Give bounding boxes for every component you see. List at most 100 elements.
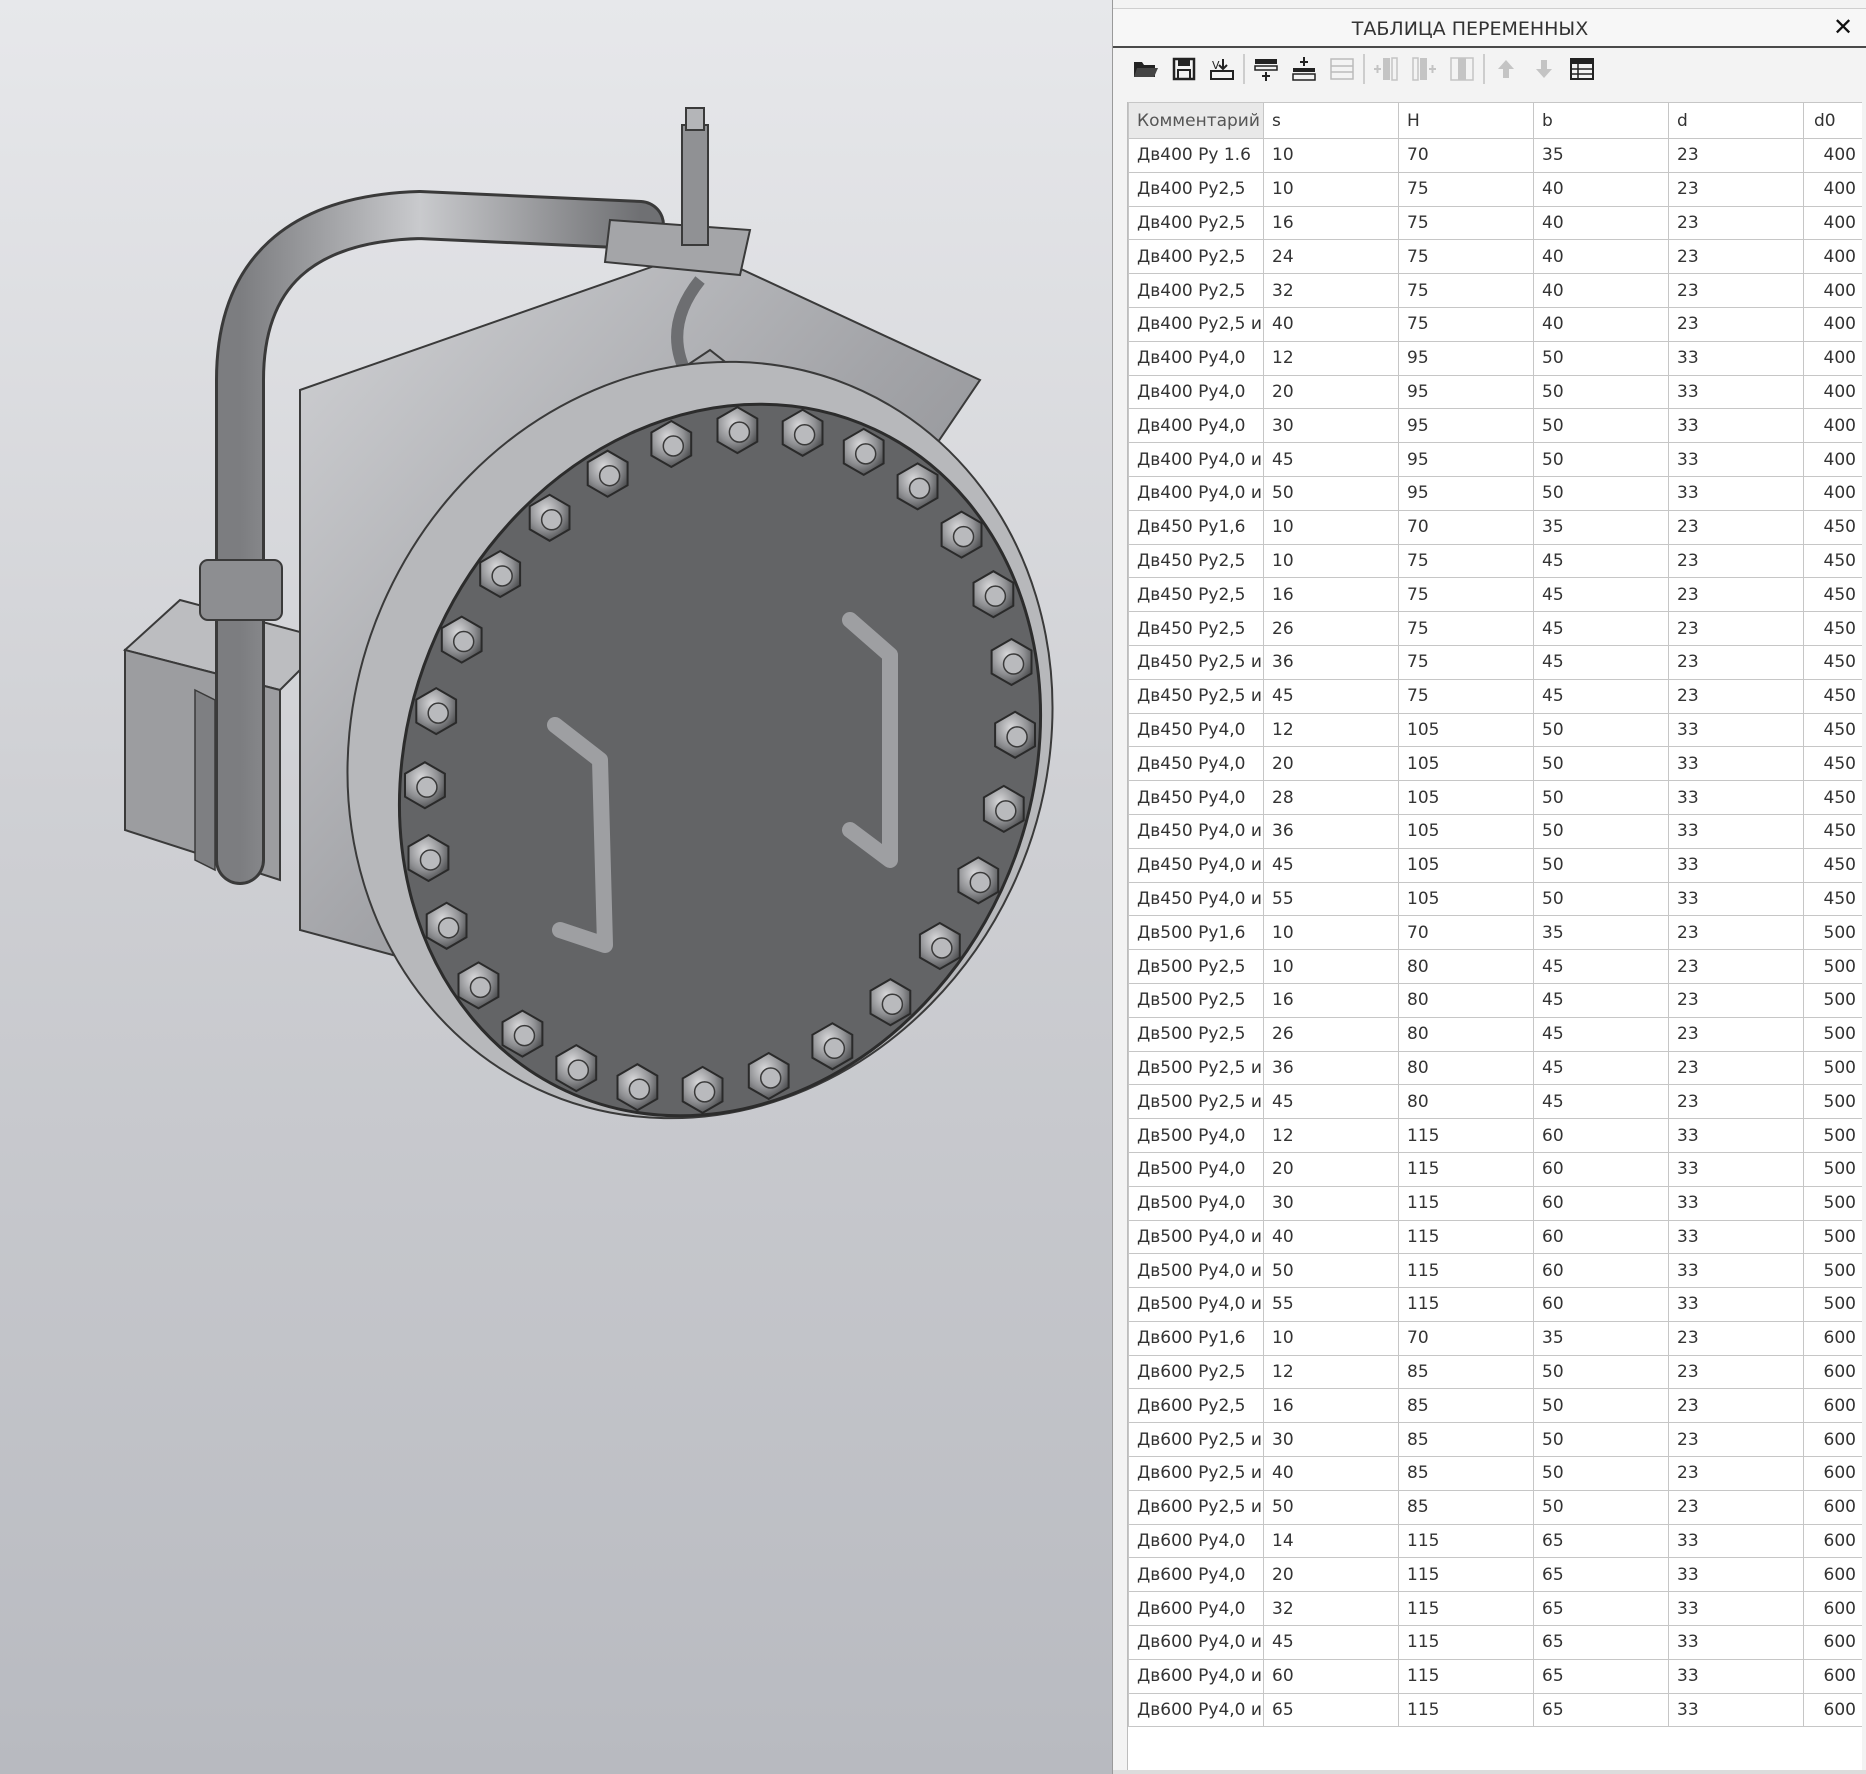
export-button[interactable]: V bbox=[1203, 52, 1241, 86]
move-up-button[interactable] bbox=[1487, 52, 1525, 86]
cell-s[interactable]: 16 bbox=[1263, 1388, 1399, 1424]
cell-b[interactable]: 45 bbox=[1533, 949, 1669, 984]
cell-s[interactable]: 40 bbox=[1263, 1219, 1399, 1255]
cell-d0[interactable]: 600 bbox=[1803, 1320, 1862, 1356]
cell-b[interactable]: 50 bbox=[1533, 813, 1669, 849]
cell-b[interactable]: 35 bbox=[1533, 509, 1669, 545]
cell-d0[interactable]: 400 bbox=[1803, 340, 1862, 376]
cell-s[interactable]: 60 bbox=[1263, 1658, 1399, 1694]
cell-b[interactable]: 45 bbox=[1533, 543, 1669, 579]
table-row[interactable]: Дв450 Ру2,5 ис 45 75 45 23 450 bbox=[1128, 678, 1862, 714]
table-row[interactable]: Дв600 Ру4,0 ис 65 115 65 33 600 bbox=[1128, 1692, 1862, 1728]
cell-H[interactable]: 115 bbox=[1398, 1591, 1534, 1627]
cell-b[interactable]: 50 bbox=[1533, 475, 1669, 511]
cell-d0[interactable]: 400 bbox=[1803, 475, 1862, 511]
cell-H[interactable]: 95 bbox=[1398, 340, 1534, 376]
cell-H[interactable]: 75 bbox=[1398, 239, 1534, 275]
cell-d[interactable]: 23 bbox=[1668, 273, 1804, 308]
cell-d0[interactable]: 600 bbox=[1803, 1658, 1862, 1694]
cell-s[interactable]: 20 bbox=[1263, 746, 1399, 782]
table-row[interactable]: Дв450 Ру2,5 10 75 45 23 450 bbox=[1128, 543, 1862, 579]
cell-b[interactable]: 60 bbox=[1533, 1151, 1669, 1187]
table-row[interactable]: Дв450 Ру1,6 10 70 35 23 450 bbox=[1128, 509, 1862, 545]
cell-H[interactable]: 115 bbox=[1398, 1219, 1534, 1255]
cell-s[interactable]: 40 bbox=[1263, 1456, 1399, 1491]
cell-b[interactable]: 40 bbox=[1533, 306, 1669, 342]
cell-comment[interactable]: Дв600 Ру4,0 ис bbox=[1128, 1625, 1264, 1660]
table-row[interactable]: Дв400 Ру2,5 24 75 40 23 400 bbox=[1128, 239, 1862, 275]
cell-d[interactable]: 33 bbox=[1668, 847, 1804, 883]
cell-H[interactable]: 70 bbox=[1398, 138, 1534, 173]
table-row[interactable]: Дв450 Ру2,5 16 75 45 23 450 bbox=[1128, 577, 1862, 613]
cell-d0[interactable]: 450 bbox=[1803, 611, 1862, 646]
cell-comment[interactable]: Дв500 Ру2,5 ис bbox=[1128, 1050, 1264, 1086]
table-row[interactable]: Дв400 Ру4,0 20 95 50 33 400 bbox=[1128, 374, 1862, 410]
cell-b[interactable]: 60 bbox=[1533, 1185, 1669, 1221]
cell-H[interactable]: 75 bbox=[1398, 678, 1534, 714]
cell-comment[interactable]: Дв450 Ру2,5 ис bbox=[1128, 644, 1264, 680]
cell-d0[interactable]: 500 bbox=[1803, 949, 1862, 984]
cell-d[interactable]: 23 bbox=[1668, 1050, 1804, 1086]
cell-s[interactable]: 40 bbox=[1263, 306, 1399, 342]
cell-H[interactable]: 115 bbox=[1398, 1287, 1534, 1322]
cell-s[interactable]: 10 bbox=[1263, 509, 1399, 545]
cell-d0[interactable]: 400 bbox=[1803, 442, 1862, 477]
cell-s[interactable]: 30 bbox=[1263, 1185, 1399, 1221]
cell-s[interactable]: 10 bbox=[1263, 1320, 1399, 1356]
cell-s[interactable]: 30 bbox=[1263, 408, 1399, 444]
cell-s[interactable]: 14 bbox=[1263, 1523, 1399, 1559]
table-row[interactable]: Дв500 Ру4,0 ис 50 115 60 33 500 bbox=[1128, 1253, 1862, 1289]
table-row[interactable]: Дв450 Ру2,5 26 75 45 23 450 bbox=[1128, 611, 1862, 646]
cell-comment[interactable]: Дв600 Ру2,5 ис bbox=[1128, 1422, 1264, 1458]
cell-s[interactable]: 20 bbox=[1263, 1151, 1399, 1187]
cell-comment[interactable]: Дв500 Ру2,5 ис bbox=[1128, 1084, 1264, 1120]
cell-d[interactable]: 23 bbox=[1668, 205, 1804, 241]
cell-b[interactable]: 45 bbox=[1533, 1050, 1669, 1086]
cell-d0[interactable]: 400 bbox=[1803, 171, 1862, 207]
cell-H[interactable]: 75 bbox=[1398, 273, 1534, 308]
cell-d0[interactable]: 450 bbox=[1803, 780, 1862, 815]
cell-d[interactable]: 23 bbox=[1668, 1354, 1804, 1390]
cell-s[interactable]: 10 bbox=[1263, 138, 1399, 173]
cell-comment[interactable]: Дв450 Ру4,0 bbox=[1128, 746, 1264, 782]
table-row[interactable]: Дв400 Ру2,5 32 75 40 23 400 bbox=[1128, 273, 1862, 308]
cell-d0[interactable]: 600 bbox=[1803, 1456, 1862, 1491]
table-row[interactable]: Дв500 Ру4,0 30 115 60 33 500 bbox=[1128, 1185, 1862, 1221]
delete-row-button[interactable] bbox=[1323, 52, 1361, 86]
cell-s[interactable]: 12 bbox=[1263, 340, 1399, 376]
cell-d0[interactable]: 450 bbox=[1803, 509, 1862, 545]
cell-comment[interactable]: Дв500 Ру4,0 ис bbox=[1128, 1219, 1264, 1255]
cell-d0[interactable]: 600 bbox=[1803, 1557, 1862, 1593]
cell-d[interactable]: 33 bbox=[1668, 881, 1804, 917]
cell-s[interactable]: 26 bbox=[1263, 611, 1399, 646]
cell-d[interactable]: 23 bbox=[1668, 982, 1804, 1018]
column-header-comment[interactable]: Комментарий bbox=[1128, 102, 1264, 139]
cell-d[interactable]: 33 bbox=[1668, 442, 1804, 477]
cell-b[interactable]: 50 bbox=[1533, 847, 1669, 883]
table-row[interactable]: Дв600 Ру2,5 12 85 50 23 600 bbox=[1128, 1354, 1862, 1390]
cell-H[interactable]: 85 bbox=[1398, 1388, 1534, 1424]
open-folder-button[interactable] bbox=[1127, 52, 1165, 86]
table-row[interactable]: Дв500 Ру4,0 12 115 60 33 500 bbox=[1128, 1118, 1862, 1153]
cell-H[interactable]: 80 bbox=[1398, 1084, 1534, 1120]
table-row[interactable]: Дв450 Ру4,0 ис 36 105 50 33 450 bbox=[1128, 813, 1862, 849]
insert-row-above-button[interactable] bbox=[1247, 52, 1285, 86]
cell-d0[interactable]: 450 bbox=[1803, 543, 1862, 579]
cell-H[interactable]: 105 bbox=[1398, 780, 1534, 815]
cell-comment[interactable]: Дв400 Ру2,5 bbox=[1128, 273, 1264, 308]
cell-s[interactable]: 45 bbox=[1263, 1625, 1399, 1660]
cell-H[interactable]: 75 bbox=[1398, 306, 1534, 342]
table-row[interactable]: Дв500 Ру2,5 16 80 45 23 500 bbox=[1128, 982, 1862, 1018]
table-row[interactable]: Дв400 Ру4,0 30 95 50 33 400 bbox=[1128, 408, 1862, 444]
cell-s[interactable]: 16 bbox=[1263, 982, 1399, 1018]
cell-comment[interactable]: Дв400 Ру4,0 ис bbox=[1128, 475, 1264, 511]
cell-comment[interactable]: Дв450 Ру4,0 ис bbox=[1128, 881, 1264, 917]
cell-b[interactable]: 65 bbox=[1533, 1591, 1669, 1627]
cell-H[interactable]: 75 bbox=[1398, 205, 1534, 241]
cell-d[interactable]: 33 bbox=[1668, 1523, 1804, 1559]
cell-H[interactable]: 115 bbox=[1398, 1658, 1534, 1694]
cell-d[interactable]: 33 bbox=[1668, 746, 1804, 782]
cell-H[interactable]: 105 bbox=[1398, 746, 1534, 782]
cell-s[interactable]: 45 bbox=[1263, 442, 1399, 477]
cell-comment[interactable]: Дв400 Ру4,0 bbox=[1128, 374, 1264, 410]
